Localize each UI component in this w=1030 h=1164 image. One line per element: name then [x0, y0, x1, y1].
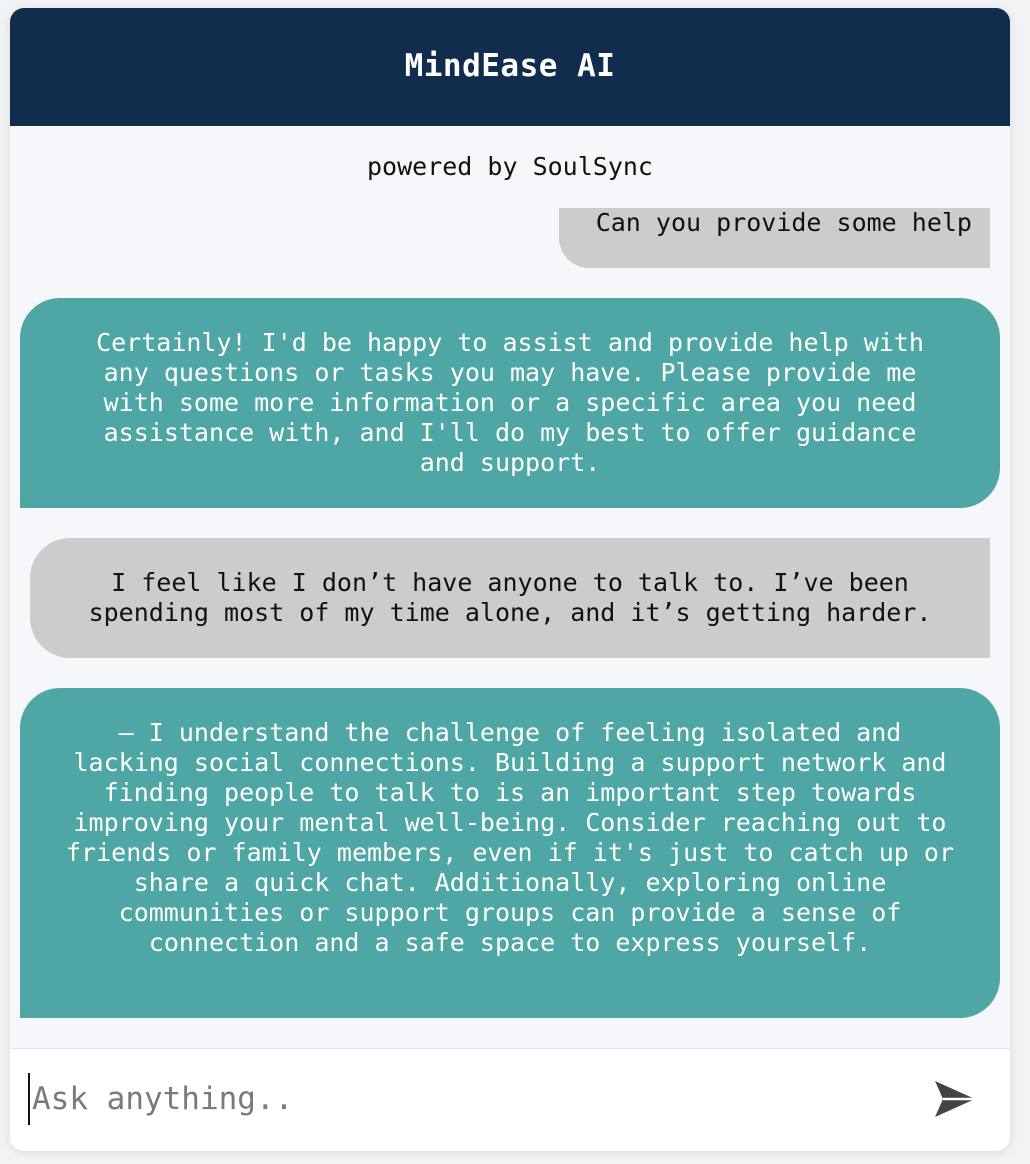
message-composer	[10, 1048, 1010, 1151]
message-text: Can you provide some help	[595, 208, 972, 237]
message-text: – I understand the challenge of feeling …	[65, 718, 955, 957]
message-text: I feel like I don’t have anyone to talk …	[88, 568, 932, 627]
app-title: MindEase AI	[404, 48, 616, 84]
chat-window: MindEase AI powered by SoulSync Can you …	[10, 8, 1010, 1151]
assistant-message: – I understand the challenge of feeling …	[20, 688, 1000, 1018]
message-text: Certainly! I'd be happy to assist and pr…	[96, 328, 924, 477]
user-message: Can you provide some help	[559, 208, 990, 268]
message-input[interactable]	[28, 1073, 912, 1125]
user-message: I feel like I don’t have anyone to talk …	[30, 538, 990, 658]
app-header: MindEase AI	[10, 8, 1010, 126]
send-icon	[935, 1081, 975, 1117]
send-button[interactable]	[930, 1076, 980, 1122]
powered-by-label: powered by SoulSync	[367, 152, 653, 181]
assistant-message: Certainly! I'd be happy to assist and pr…	[20, 298, 1000, 508]
